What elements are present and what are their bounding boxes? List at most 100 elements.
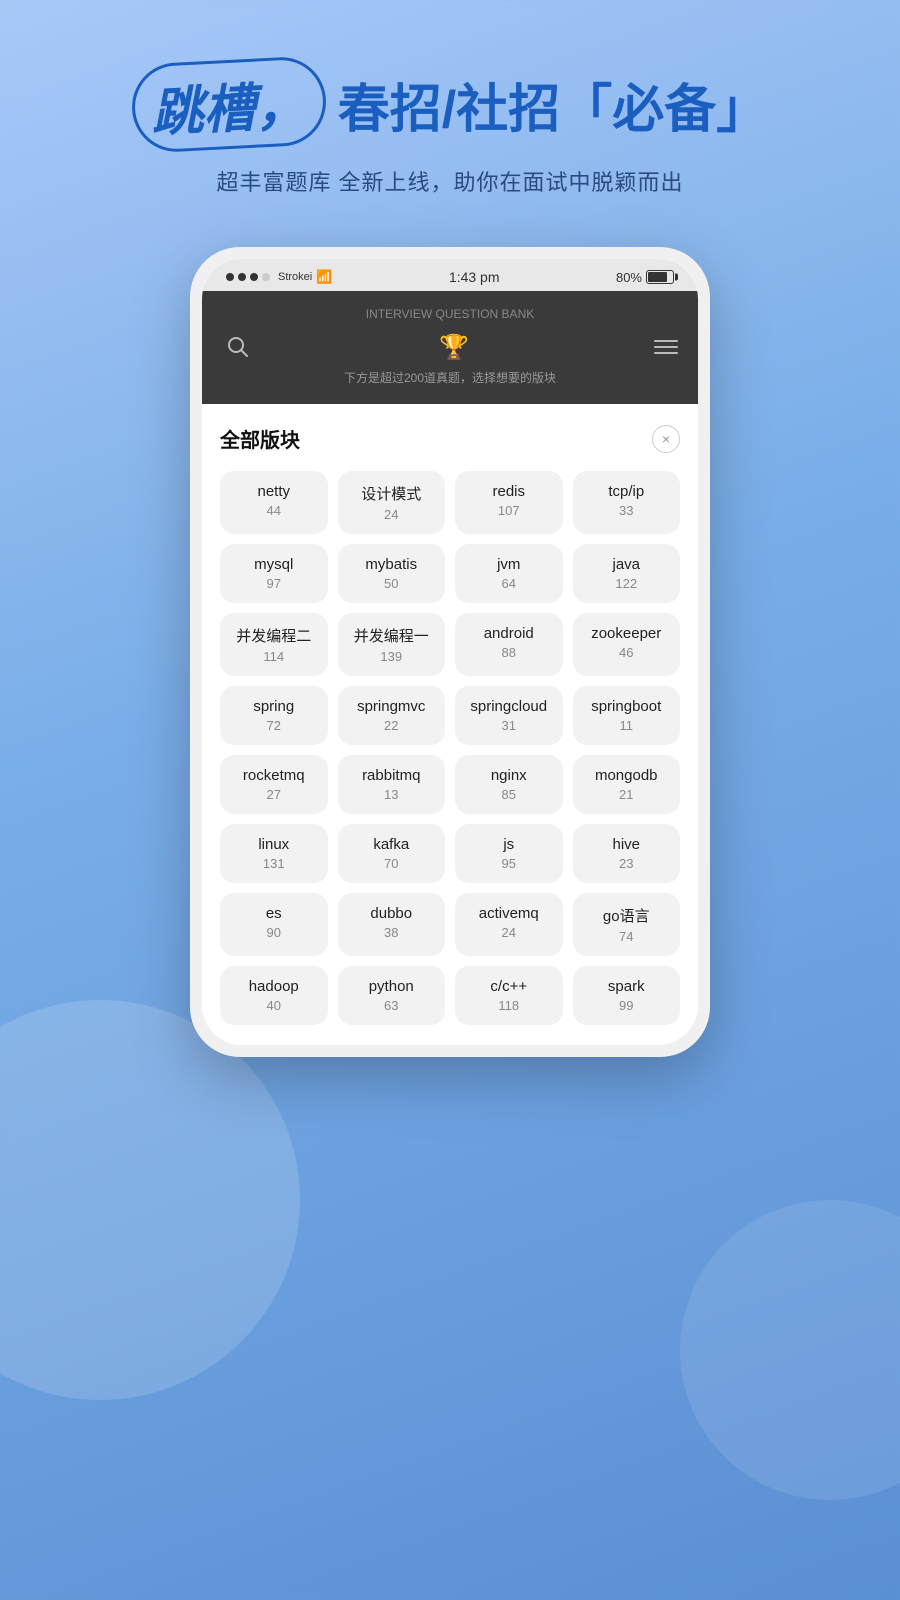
menu-line-2 <box>654 346 678 348</box>
section-title: 全部版块 <box>220 424 300 453</box>
category-name: 并发编程二 <box>228 625 320 646</box>
category-count: 70 <box>346 856 438 871</box>
category-name: rabbitmq <box>346 767 438 784</box>
signal-dot-2 <box>238 273 246 281</box>
category-item[interactable]: es 90 <box>220 893 328 956</box>
category-name: rocketmq <box>228 767 320 784</box>
menu-button[interactable] <box>654 340 678 354</box>
category-item[interactable]: c/c++ 118 <box>455 966 563 1025</box>
badge-text: 跳槽， <box>149 63 309 146</box>
promo-header: 跳槽， 春招/社招「必备」 超丰富题库 全新上线，助你在面试中脱颖而出 <box>0 0 900 227</box>
category-name: springcloud <box>463 698 555 715</box>
search-button[interactable] <box>222 331 254 363</box>
category-item[interactable]: 设计模式 24 <box>338 471 446 534</box>
signal-dot-4 <box>262 273 270 281</box>
category-grid: netty 44 设计模式 24 redis 107 tcp/ip 33 mys… <box>220 471 680 1025</box>
category-name: redis <box>463 483 555 500</box>
status-bar: Strokei 📶 1:43 pm 80% <box>202 259 698 291</box>
category-count: 46 <box>581 645 673 660</box>
category-item[interactable]: go语言 74 <box>573 893 681 956</box>
category-item[interactable]: rabbitmq 13 <box>338 755 446 814</box>
category-name: java <box>581 556 673 573</box>
category-count: 139 <box>346 649 438 664</box>
category-count: 131 <box>228 856 320 871</box>
category-name: springboot <box>581 698 673 715</box>
signal-dot-1 <box>226 273 234 281</box>
category-name: activemq <box>463 905 555 922</box>
category-count: 38 <box>346 925 438 940</box>
category-item[interactable]: android 88 <box>455 613 563 676</box>
category-item[interactable]: 并发编程一 139 <box>338 613 446 676</box>
category-item[interactable]: python 63 <box>338 966 446 1025</box>
category-item[interactable]: jvm 64 <box>455 544 563 603</box>
category-name: mongodb <box>581 767 673 784</box>
category-item[interactable]: js 95 <box>455 824 563 883</box>
category-name: js <box>463 836 555 853</box>
category-item[interactable]: springcloud 31 <box>455 686 563 745</box>
category-count: 40 <box>228 998 320 1013</box>
category-count: 27 <box>228 787 320 802</box>
category-item[interactable]: mysql 97 <box>220 544 328 603</box>
title-rest-text: 春招/社招「必备」 <box>338 67 768 142</box>
category-count: 13 <box>346 787 438 802</box>
category-item[interactable]: tcp/ip 33 <box>573 471 681 534</box>
category-count: 24 <box>346 507 438 522</box>
category-item[interactable]: dubbo 38 <box>338 893 446 956</box>
category-item[interactable]: zookeeper 46 <box>573 613 681 676</box>
category-name: netty <box>228 483 320 500</box>
close-button[interactable]: × <box>652 425 680 453</box>
signal-dot-3 <box>250 273 258 281</box>
category-count: 24 <box>463 925 555 940</box>
category-name: tcp/ip <box>581 483 673 500</box>
bg-decoration-2 <box>680 1200 900 1500</box>
main-panel: 全部版块 × netty 44 设计模式 24 redis 107 tcp/ip… <box>202 404 698 1045</box>
app-header-top-text: INTERVIEW QUESTION BANK <box>222 307 678 321</box>
app-header: INTERVIEW QUESTION BANK 🏆 <box>202 291 698 404</box>
category-item[interactable]: activemq 24 <box>455 893 563 956</box>
category-item[interactable]: rocketmq 27 <box>220 755 328 814</box>
category-item[interactable]: mongodb 21 <box>573 755 681 814</box>
category-count: 85 <box>463 787 555 802</box>
category-item[interactable]: spark 99 <box>573 966 681 1025</box>
menu-line-1 <box>654 340 678 342</box>
category-item[interactable]: redis 107 <box>455 471 563 534</box>
menu-line-3 <box>654 352 678 354</box>
search-icon <box>227 336 249 358</box>
category-count: 72 <box>228 718 320 733</box>
category-count: 31 <box>463 718 555 733</box>
category-name: es <box>228 905 320 922</box>
jump-badge: 跳槽， <box>130 55 328 154</box>
category-name: nginx <box>463 767 555 784</box>
category-item[interactable]: springboot 11 <box>573 686 681 745</box>
category-count: 22 <box>346 718 438 733</box>
category-count: 95 <box>463 856 555 871</box>
category-name: zookeeper <box>581 625 673 642</box>
category-name: go语言 <box>581 905 673 926</box>
category-name: dubbo <box>346 905 438 922</box>
category-item[interactable]: java 122 <box>573 544 681 603</box>
category-item[interactable]: 并发编程二 114 <box>220 613 328 676</box>
category-count: 122 <box>581 576 673 591</box>
category-item[interactable]: linux 131 <box>220 824 328 883</box>
category-item[interactable]: springmvc 22 <box>338 686 446 745</box>
category-item[interactable]: hive 23 <box>573 824 681 883</box>
category-name: kafka <box>346 836 438 853</box>
category-item[interactable]: spring 72 <box>220 686 328 745</box>
category-count: 44 <box>228 503 320 518</box>
category-item[interactable]: nginx 85 <box>455 755 563 814</box>
status-left: Strokei 📶 <box>226 269 332 285</box>
battery-percent: 80% <box>616 270 642 285</box>
category-count: 50 <box>346 576 438 591</box>
phone-frame: Strokei 📶 1:43 pm 80% INTERVIEW QUESTION… <box>190 247 710 1057</box>
category-name: 设计模式 <box>346 483 438 504</box>
category-count: 11 <box>581 718 673 733</box>
category-item[interactable]: mybatis 50 <box>338 544 446 603</box>
category-name: mysql <box>228 556 320 573</box>
category-item[interactable]: netty 44 <box>220 471 328 534</box>
app-header-icons: 🏆 <box>222 331 678 363</box>
phone-screen: Strokei 📶 1:43 pm 80% INTERVIEW QUESTION… <box>202 259 698 1045</box>
category-item[interactable]: kafka 70 <box>338 824 446 883</box>
category-item[interactable]: hadoop 40 <box>220 966 328 1025</box>
wifi-icon: 📶 <box>316 269 332 285</box>
category-name: jvm <box>463 556 555 573</box>
